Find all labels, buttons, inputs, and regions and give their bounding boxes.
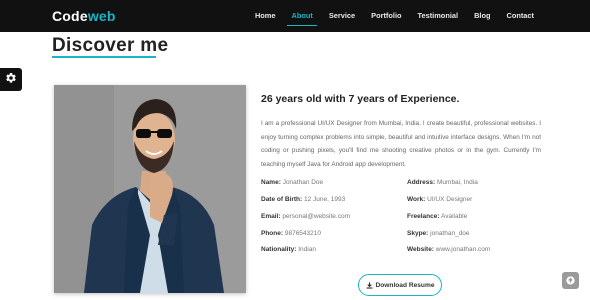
active-underline bbox=[287, 24, 317, 26]
detail-key: Nationality: bbox=[261, 246, 297, 253]
detail-key: Date of Birth: bbox=[261, 196, 303, 203]
detail-name: Name: Jonathan Doe bbox=[261, 179, 323, 186]
detail-value: personal@website.com bbox=[282, 213, 350, 220]
nav-item-label: Portfolio bbox=[371, 11, 402, 20]
detail-key: Skype: bbox=[407, 230, 429, 237]
detail-date-of-birth: Date of Birth: 12 June, 1993 bbox=[261, 196, 345, 203]
nav-item-blog[interactable]: Blog bbox=[474, 0, 490, 32]
detail-key: Freelance: bbox=[407, 213, 440, 220]
detail-value: Mumbai, India bbox=[437, 179, 478, 186]
detail-value: 9876543210 bbox=[284, 230, 321, 237]
nav-item-testimonial[interactable]: Testimonial bbox=[418, 0, 459, 32]
about-bio: I am a professional UI/UX Designer from … bbox=[261, 120, 541, 169]
brand-text-main: Code bbox=[52, 8, 88, 24]
brand-text-accent: web bbox=[87, 8, 116, 24]
main-nav: Home About Service Portfolio Testimonial… bbox=[239, 0, 534, 32]
detail-freelance: Freelance: Available bbox=[407, 213, 467, 220]
back-to-top-button[interactable] bbox=[562, 272, 579, 289]
detail-value: Jonathan Doe bbox=[282, 179, 324, 186]
detail-value: UI/UX Designer bbox=[427, 196, 473, 203]
detail-value: 12 June, 1993 bbox=[303, 196, 346, 203]
settings-toggle-button[interactable] bbox=[0, 68, 22, 91]
detail-key: Phone: bbox=[261, 230, 284, 237]
download-resume-button[interactable]: Download Resume bbox=[358, 274, 442, 296]
nav-item-label: Testimonial bbox=[417, 11, 459, 20]
detail-website: Website: www.jonathan.com bbox=[407, 246, 490, 253]
about-headline: 26 years old with 7 years of Experience. bbox=[261, 93, 460, 105]
title-underline bbox=[52, 56, 156, 58]
detail-key: Address: bbox=[407, 179, 436, 186]
detail-key: Website: bbox=[407, 246, 434, 253]
personal-details: Name: Jonathan Doe Date of Birth: 12 Jun… bbox=[261, 179, 551, 259]
nav-item-label: Blog bbox=[474, 11, 491, 20]
nav-item-portfolio[interactable]: Portfolio bbox=[371, 0, 401, 32]
gear-icon bbox=[5, 71, 17, 89]
detail-phone: Phone: 9876543210 bbox=[261, 230, 321, 237]
detail-work: Work: UI/UX Designer bbox=[407, 196, 472, 203]
arrow-up-icon bbox=[566, 272, 575, 290]
brand-logo[interactable]: Codeweb bbox=[52, 8, 116, 24]
nav-item-label: Service bbox=[328, 11, 356, 20]
detail-address: Address: Mumbai, India bbox=[407, 179, 478, 186]
download-resume-label: Download Resume bbox=[375, 281, 435, 289]
detail-value: www.jonathan.com bbox=[435, 246, 491, 253]
detail-value: Available bbox=[440, 213, 468, 220]
download-icon bbox=[366, 281, 373, 289]
detail-key: Name: bbox=[261, 179, 281, 186]
detail-value: jonathan_doe bbox=[430, 230, 470, 237]
nav-item-label: Contact bbox=[506, 11, 534, 20]
nav-item-home[interactable]: Home bbox=[255, 0, 276, 32]
detail-email: Email: personal@website.com bbox=[261, 213, 350, 220]
nav-item-about[interactable]: About bbox=[287, 0, 317, 32]
detail-key: Work: bbox=[407, 196, 426, 203]
nav-item-contact[interactable]: Contact bbox=[506, 0, 534, 32]
profile-photo bbox=[54, 85, 246, 293]
nav-item-label: Home bbox=[254, 11, 276, 20]
detail-value: Indian bbox=[298, 246, 316, 253]
detail-nationality: Nationality: Indian bbox=[261, 246, 316, 253]
nav-item-service[interactable]: Service bbox=[329, 0, 355, 32]
detail-skype: Skype: jonathan_doe bbox=[407, 230, 470, 237]
section-title: Discover me bbox=[52, 35, 169, 56]
detail-key: Email: bbox=[261, 213, 281, 220]
navbar: Codeweb Home About Service Portfolio Tes… bbox=[0, 0, 590, 32]
nav-item-label: About bbox=[291, 11, 313, 20]
